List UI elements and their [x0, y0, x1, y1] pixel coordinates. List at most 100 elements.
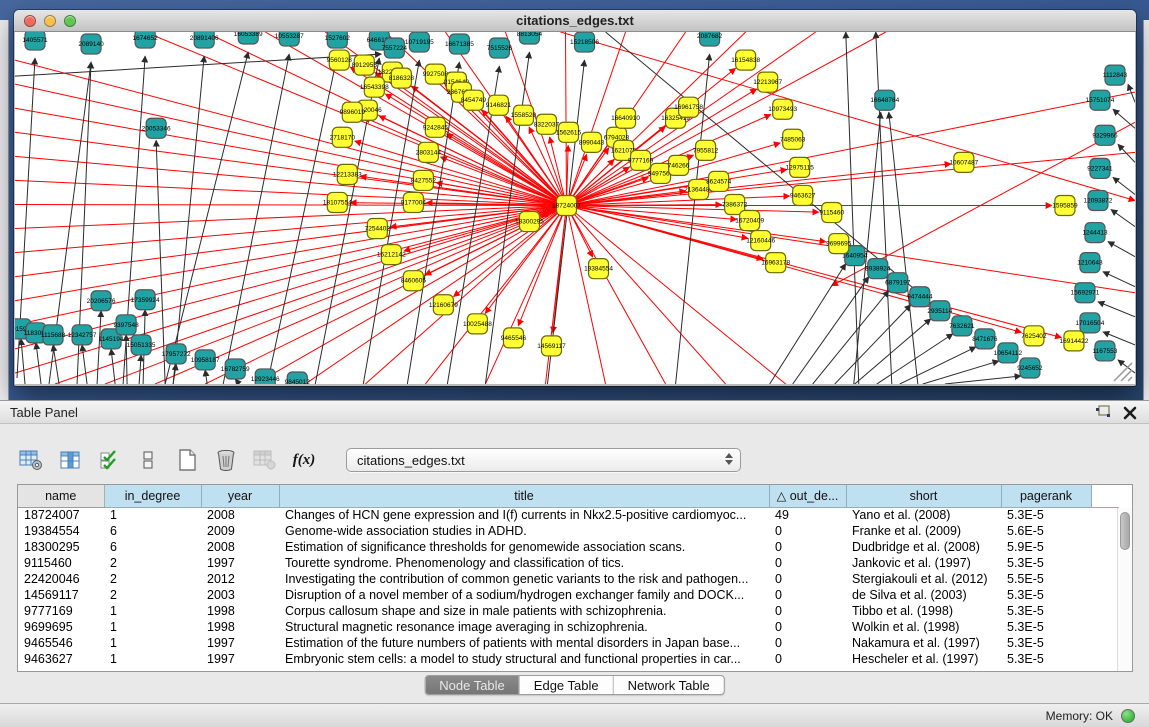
graph-node[interactable]: 1112843	[1103, 65, 1128, 85]
graph-node[interactable]: 16720409	[735, 211, 764, 231]
graph-node[interactable]: 1244413	[1082, 223, 1108, 243]
graph-node[interactable]: 12923446	[251, 369, 280, 384]
float-panel-icon[interactable]	[1095, 405, 1111, 420]
graph-node[interactable]: 9397548	[113, 315, 139, 335]
graph-node[interactable]: 9474444	[907, 287, 933, 307]
tab-edge-table[interactable]: Edge Table	[519, 676, 613, 694]
graph-node[interactable]: 9242845	[423, 117, 449, 137]
window-titlebar[interactable]: citations_edges.txt	[14, 10, 1136, 32]
graph-node[interactable]: 9560128	[327, 50, 353, 70]
select-rows-icon[interactable]	[96, 447, 122, 473]
graph-node[interactable]: 15051335	[127, 335, 156, 355]
table-row[interactable]: 977716911998Corpus callosum shape and si…	[18, 603, 1119, 619]
graph-node[interactable]: 12160446	[746, 231, 775, 251]
column-header-short[interactable]: short	[846, 485, 1001, 507]
graph-node[interactable]: 9463627	[790, 185, 816, 205]
graph-node[interactable]: 6879197	[885, 273, 911, 293]
graph-node[interactable]: 16640910	[611, 108, 640, 128]
graph-node[interactable]: 8471676	[972, 329, 998, 349]
window-resize-grip[interactable]	[1114, 363, 1132, 381]
graph-node[interactable]: 1405571	[22, 32, 48, 50]
graph-node[interactable]: 2935114	[927, 301, 952, 321]
table-row[interactable]: 1872400712008Changes of HCN gene express…	[18, 507, 1119, 523]
delete-table-icon[interactable]	[213, 447, 239, 473]
graph-node[interactable]: 9845012	[285, 372, 311, 384]
graph-node[interactable]: 10553287	[275, 32, 304, 46]
graph-node[interactable]: 1595859	[1052, 195, 1078, 215]
graph-node[interactable]: 16963178	[761, 253, 790, 273]
graph-node[interactable]: 2089140	[78, 34, 104, 54]
graph-node[interactable]: 12213967	[753, 72, 782, 92]
graph-node[interactable]: 10958187	[191, 350, 220, 370]
graph-node[interactable]: 20206576	[87, 291, 116, 311]
graph-node[interactable]: 2803144	[416, 142, 442, 162]
graph-node[interactable]: 9896019	[340, 102, 366, 122]
graph-node[interactable]: 9146821	[486, 95, 512, 115]
graph-node[interactable]: 9329966	[1092, 125, 1118, 145]
tab-network-table[interactable]: Network Table	[613, 676, 724, 694]
graph-node[interactable]: 10025488	[463, 314, 492, 334]
graph-node[interactable]: 16914422	[1059, 331, 1088, 351]
graph-node[interactable]: 1674652	[132, 32, 158, 48]
graph-node[interactable]: 7625402	[1021, 326, 1047, 346]
graph-node[interactable]: 15751074	[1086, 90, 1115, 110]
column-header-out-degree[interactable]: △ out_de...	[769, 485, 846, 507]
graph-node[interactable]: 7955812	[693, 140, 719, 160]
table-settings-icon[interactable]	[18, 447, 44, 473]
graph-node[interactable]: 1167553	[1093, 341, 1118, 361]
graph-node[interactable]: 2718170	[330, 127, 356, 147]
graph-node[interactable]: 9177004	[401, 192, 427, 212]
graph-node[interactable]: 15218506	[570, 32, 599, 52]
table-row[interactable]: 946554611997Estimation of the future num…	[18, 635, 1119, 651]
graph-node[interactable]: 16961758	[674, 97, 703, 117]
graph-node[interactable]: 8813054	[517, 32, 543, 44]
graph-node[interactable]: 10973493	[768, 99, 797, 119]
table-row[interactable]: 911546021997Tourette syndrome. Phenomeno…	[18, 555, 1119, 571]
graph-node[interactable]: 16648764	[870, 90, 899, 110]
column-header-year[interactable]: year	[201, 485, 279, 507]
show-columns-icon[interactable]	[57, 447, 83, 473]
row-height-icon[interactable]	[135, 447, 161, 473]
table-row[interactable]: 1830029562008Estimation of significance …	[18, 539, 1119, 555]
graph-node[interactable]: 9227341	[1087, 158, 1113, 178]
graph-node[interactable]: 8460605	[401, 271, 427, 291]
graph-node[interactable]: 7557224	[382, 38, 408, 58]
table-scrollbar-thumb[interactable]	[1120, 512, 1130, 550]
table-row[interactable]: 1456911722003Disruption of a novel membe…	[18, 587, 1119, 603]
graph-node[interactable]: 7485063	[780, 129, 806, 149]
table-row[interactable]: 969969511998Structural magnetic resonanc…	[18, 619, 1119, 635]
graph-node[interactable]: 8427552	[411, 170, 437, 190]
graph-node[interactable]: 16154838	[731, 50, 760, 70]
function-builder-icon[interactable]: f(x)	[291, 447, 317, 473]
graph-node[interactable]: 17359924	[131, 290, 160, 310]
graph-node[interactable]: 9115460	[819, 202, 844, 222]
graph-node[interactable]: 7632621	[949, 316, 975, 336]
column-header-name[interactable]: name	[18, 485, 104, 507]
graph-node[interactable]: 3624574	[706, 171, 732, 191]
graph-node[interactable]: 16671385	[445, 34, 474, 54]
graph-node[interactable]: 8186328	[389, 68, 415, 88]
graph-node[interactable]: 7515526	[487, 38, 513, 58]
column-header-title[interactable]: title	[279, 485, 769, 507]
graph-node[interactable]: 17957272	[162, 344, 191, 364]
graph-node[interactable]: 8454749	[461, 90, 487, 110]
graph-node[interactable]: 7254402	[365, 219, 391, 239]
column-header-pagerank[interactable]: pagerank	[1001, 485, 1091, 507]
table-row[interactable]: 1938455462009Genome-wide association stu…	[18, 523, 1119, 539]
column-header-in-degree[interactable]: in_degree	[104, 485, 201, 507]
graph-node[interactable]: 746266	[668, 155, 690, 175]
graph-node[interactable]: 9245652	[1017, 358, 1043, 378]
graph-node[interactable]: 19384554	[584, 259, 613, 279]
graph-node[interactable]: 1210643	[1077, 253, 1103, 273]
table-scrollbar[interactable]	[1117, 508, 1132, 671]
graph-node[interactable]: 20891406	[190, 32, 219, 48]
graph-node[interactable]: 12975115	[785, 157, 814, 177]
graph-node[interactable]: 1562615	[556, 122, 582, 142]
tab-node-table[interactable]: Node Table	[425, 676, 519, 694]
graph-node[interactable]: 12093872	[1084, 190, 1113, 210]
graph-node[interactable]: 10607487	[949, 152, 978, 172]
table-row[interactable]: 946362711997Embryonic stem cells: a mode…	[18, 651, 1119, 667]
graph-node[interactable]: 10654112	[994, 343, 1023, 363]
graph-node[interactable]: 16212142	[377, 245, 406, 265]
import-table-icon[interactable]	[252, 447, 278, 473]
